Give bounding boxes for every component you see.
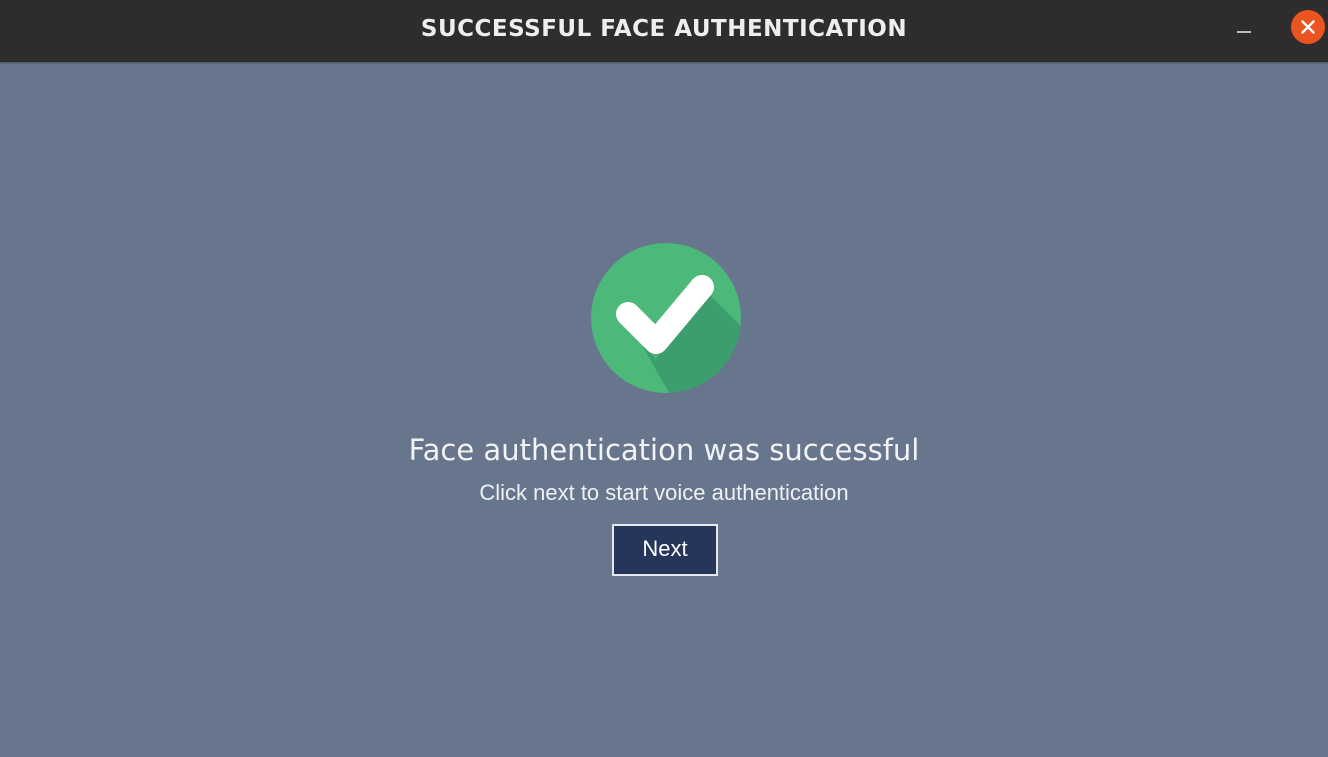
- main-content: Face authentication was successful Click…: [0, 62, 1328, 757]
- check-circle-icon: [591, 243, 741, 393]
- minimize-icon: [1237, 31, 1251, 33]
- minimize-button[interactable]: [1228, 20, 1260, 44]
- next-button[interactable]: Next: [612, 524, 718, 576]
- success-indicator: [590, 242, 742, 394]
- window-title: SUCCESSFUL FACE AUTHENTICATION: [420, 16, 908, 42]
- success-heading: Face authentication was successful: [408, 433, 920, 467]
- close-icon: [1301, 20, 1315, 34]
- app-window: SUCCESSFUL FACE AUTHENTICATION Face auth…: [0, 0, 1328, 757]
- instruction-text: Click next to start voice authentication: [479, 480, 849, 505]
- close-button[interactable]: [1291, 10, 1325, 44]
- title-bar[interactable]: SUCCESSFUL FACE AUTHENTICATION: [0, 0, 1328, 62]
